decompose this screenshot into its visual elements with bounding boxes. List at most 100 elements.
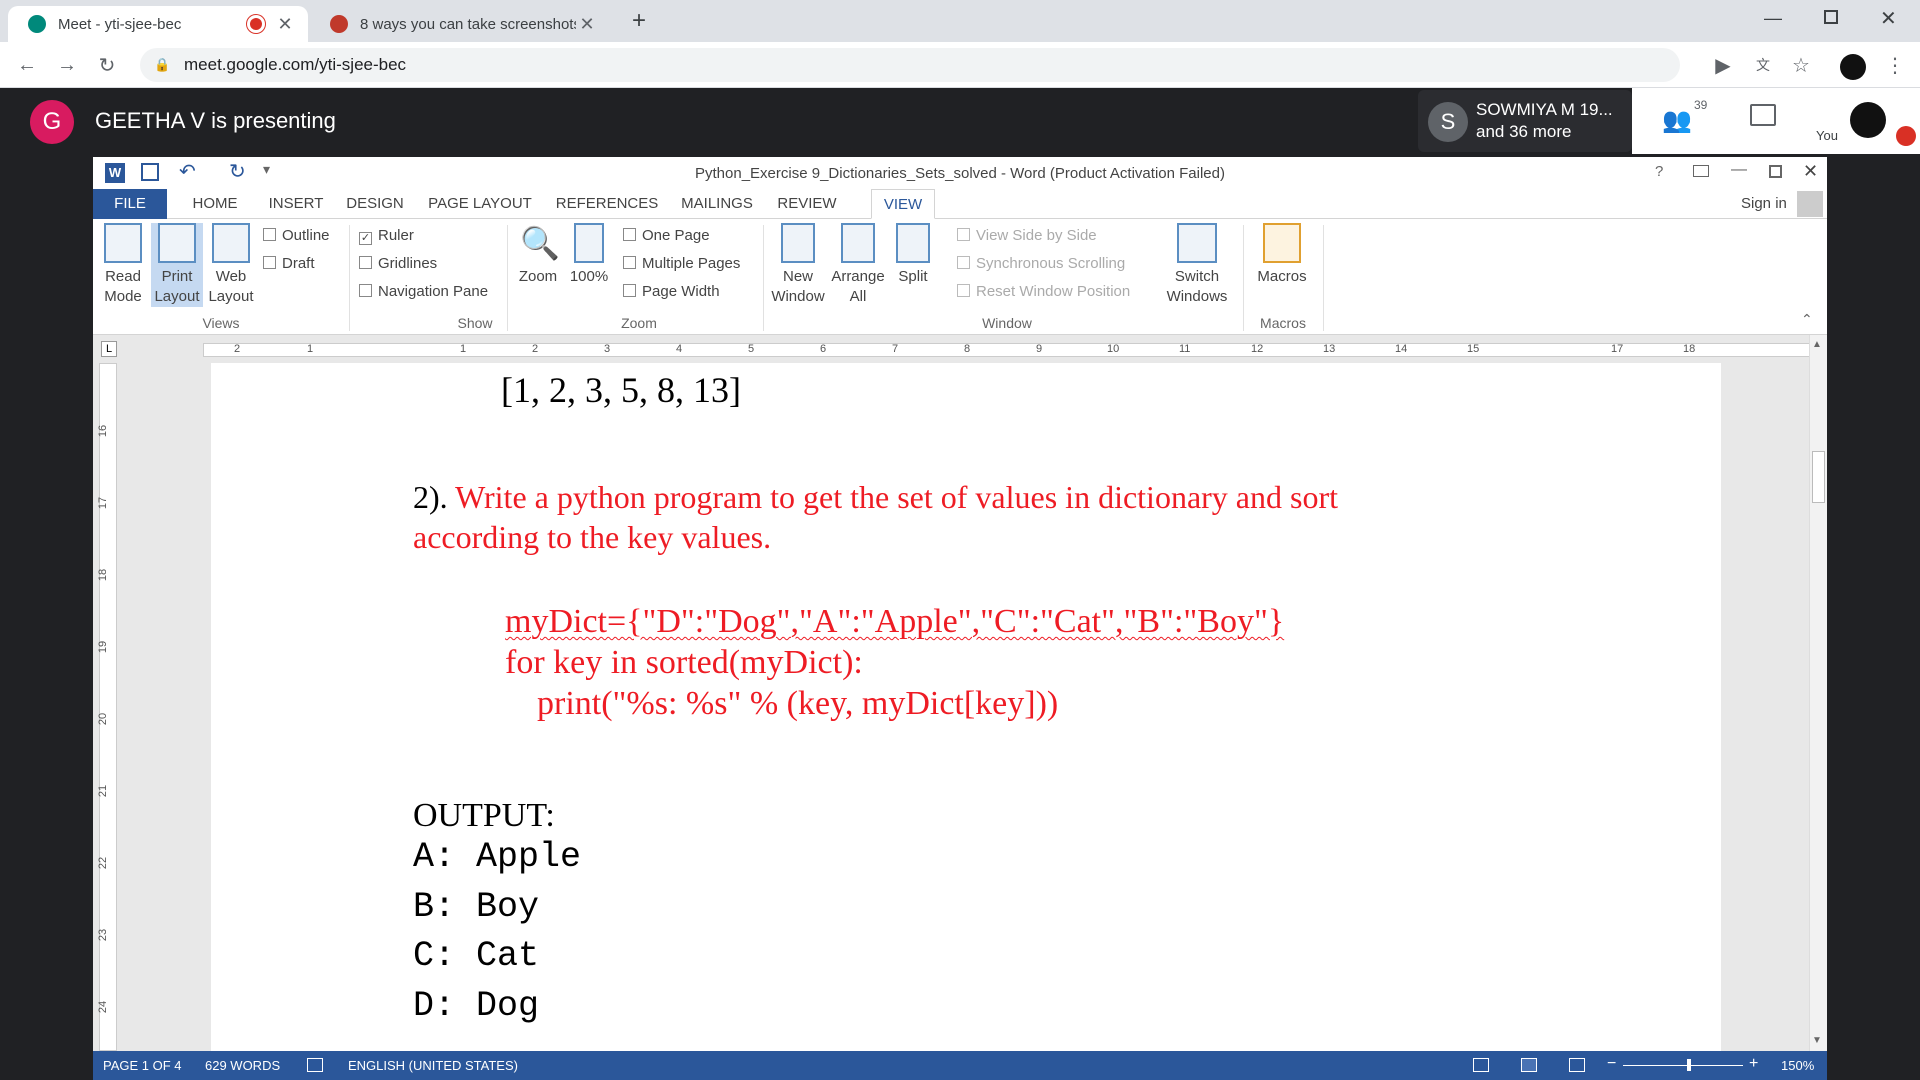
vertical-scrollbar[interactable]: ▲ ▼ — [1809, 335, 1827, 1051]
macros-button[interactable]: Macros — [1249, 223, 1315, 287]
word-minimize-button[interactable]: — — [1731, 161, 1747, 179]
tab-meet[interactable]: Meet - yti-sjee-bec ✕ — [8, 6, 308, 42]
zoom-level[interactable]: 150% — [1781, 1058, 1814, 1073]
one-page-label: One Page — [642, 227, 710, 244]
mic-off-icon[interactable] — [1896, 126, 1916, 146]
zoom-100-button[interactable]: 100% — [565, 223, 613, 287]
group-label-window: Window — [982, 315, 1032, 331]
chat-icon[interactable] — [1750, 104, 1776, 126]
reset-position-icon — [957, 284, 970, 297]
page-width-label: Page Width — [642, 283, 720, 300]
proofing-icon[interactable] — [307, 1058, 323, 1072]
arrange-all-button[interactable]: Arrange All — [829, 223, 887, 307]
tab-insert[interactable]: INSERT — [259, 189, 333, 219]
tab-screenshots[interactable]: 8 ways you can take screenshots ✕ — [310, 6, 610, 42]
tab-review[interactable]: REVIEW — [769, 189, 845, 219]
zoom-button[interactable]: 🔍 Zoom — [513, 223, 563, 287]
zoom-out-icon[interactable]: − — [1607, 1055, 1616, 1073]
zoom-slider[interactable] — [1623, 1065, 1743, 1066]
split-label: Split — [898, 268, 928, 285]
camera-icon[interactable]: ▶ — [1708, 50, 1738, 80]
reset-window-position-button[interactable]: Reset Window Position — [957, 281, 1130, 303]
scrollbar-thumb[interactable] — [1812, 451, 1825, 503]
word-close-button[interactable]: ✕ — [1803, 161, 1818, 182]
new-tab-button[interactable]: + — [624, 6, 654, 36]
ribbon-display-icon[interactable] — [1693, 165, 1709, 177]
read-mode-view-icon[interactable] — [1473, 1058, 1489, 1072]
tab-selector-icon[interactable]: L — [101, 341, 117, 357]
profile-avatar[interactable] — [1840, 54, 1866, 80]
document-title: Python_Exercise 9_Dictionaries_Sets_solv… — [695, 165, 1225, 182]
read-mode-button[interactable]: Read Mode — [99, 223, 147, 307]
one-page-button[interactable]: One Page — [623, 225, 710, 247]
tab-design[interactable]: DESIGN — [339, 189, 411, 219]
tab-page-layout[interactable]: PAGE LAYOUT — [415, 189, 545, 219]
address-bar[interactable]: 🔒 meet.google.com/yti-sjee-bec — [140, 48, 1680, 82]
outline-label: Outline — [282, 227, 330, 244]
tab-view[interactable]: VIEW — [871, 189, 935, 219]
language[interactable]: ENGLISH (UNITED STATES) — [348, 1058, 518, 1073]
navigation-pane-label: Navigation Pane — [378, 283, 489, 300]
split-button[interactable]: Split — [889, 223, 937, 287]
ruler-checkbox[interactable]: ✓ Ruler — [359, 225, 414, 247]
document-page[interactable]: [1, 2, 3, 5, 8, 13] 2). Write a python p… — [211, 363, 1721, 1051]
vertical-ruler[interactable]: 16 17 18 19 20 21 22 23 24 — [93, 363, 123, 1051]
print-layout-button[interactable]: Print Layout — [151, 223, 203, 307]
browser-tab-strip: Meet - yti-sjee-bec ✕ 8 ways you can tak… — [0, 0, 1920, 42]
outline-button[interactable]: Outline — [263, 225, 330, 247]
new-window-label: New Window — [771, 268, 825, 305]
participant-tile[interactable]: S SOWMIYA M 19... and 36 more — [1418, 90, 1632, 152]
scroll-down-icon[interactable]: ▼ — [1812, 1035, 1822, 1046]
draft-button[interactable]: Draft — [263, 253, 315, 275]
page-width-button[interactable]: Page Width — [623, 281, 720, 303]
menu-kebab-icon[interactable]: ⋮ — [1880, 50, 1910, 80]
help-icon[interactable]: ? — [1655, 163, 1663, 180]
ruler-number: 2 — [532, 343, 539, 355]
vruler-number: 23 — [97, 928, 110, 942]
people-icon[interactable]: 👥 — [1662, 106, 1692, 135]
ruler-number: 1 — [307, 343, 314, 355]
sign-in-link[interactable]: Sign in — [1741, 195, 1787, 212]
scroll-up-icon[interactable]: ▲ — [1812, 339, 1822, 350]
view-side-by-side-button[interactable]: View Side by Side — [957, 225, 1097, 247]
restore-button[interactable] — [1824, 10, 1838, 24]
horizontal-ruler[interactable]: L 2 1 1 2 3 4 5 6 7 8 9 10 11 12 13 14 15 17 18 — [93, 335, 1813, 363]
ruler-number: 4 — [676, 343, 683, 355]
new-window-button[interactable]: New Window — [769, 223, 827, 307]
side-by-side-icon — [957, 228, 970, 241]
tab-references[interactable]: REFERENCES — [551, 189, 663, 219]
browser-toolbar: ← → ↻ 🔒 meet.google.com/yti-sjee-bec ▶ 文… — [0, 42, 1920, 88]
tab-mailings[interactable]: MAILINGS — [671, 189, 763, 219]
close-window-button[interactable]: ✕ — [1880, 6, 1897, 31]
collapse-ribbon-icon[interactable]: ⌃ — [1801, 311, 1813, 328]
navigation-pane-checkbox[interactable]: Navigation Pane — [359, 281, 488, 303]
zoom-slider-thumb[interactable] — [1687, 1059, 1691, 1071]
zoom-in-icon[interactable]: + — [1749, 1055, 1758, 1073]
switch-windows-button[interactable]: Switch Windows — [1157, 223, 1237, 307]
word-count[interactable]: 629 WORDS — [205, 1058, 280, 1073]
forward-arrow-icon[interactable]: → — [52, 50, 82, 80]
participant-more: and 36 more — [1476, 122, 1572, 141]
tab-home[interactable]: HOME — [175, 189, 255, 219]
word-restore-button[interactable] — [1769, 165, 1782, 178]
bookmark-star-icon[interactable]: ☆ — [1786, 50, 1816, 80]
minimize-button[interactable]: — — [1764, 8, 1782, 29]
multiple-pages-button[interactable]: Multiple Pages — [623, 253, 740, 275]
translate-icon[interactable]: 文 — [1748, 50, 1778, 80]
question-line-1: 2). Write a python program to get the se… — [413, 479, 1338, 516]
vruler-number: 19 — [97, 640, 110, 654]
tab-file[interactable]: FILE — [93, 189, 167, 219]
macros-label: Macros — [1257, 268, 1307, 285]
reload-icon[interactable]: ↻ — [92, 50, 122, 80]
back-arrow-icon[interactable]: ← — [12, 50, 42, 80]
close-tab-icon[interactable]: ✕ — [274, 14, 296, 35]
web-layout-button[interactable]: Web Layout — [205, 223, 257, 307]
outline-icon — [263, 228, 276, 241]
close-tab-icon[interactable]: ✕ — [576, 14, 598, 35]
group-separator — [1323, 225, 1324, 331]
gridlines-checkbox[interactable]: Gridlines — [359, 253, 437, 275]
synchronous-scrolling-button[interactable]: Synchronous Scrolling — [957, 253, 1125, 275]
web-layout-view-icon[interactable] — [1569, 1058, 1585, 1072]
page-count[interactable]: PAGE 1 OF 4 — [103, 1058, 182, 1073]
print-layout-view-icon[interactable] — [1521, 1058, 1537, 1072]
